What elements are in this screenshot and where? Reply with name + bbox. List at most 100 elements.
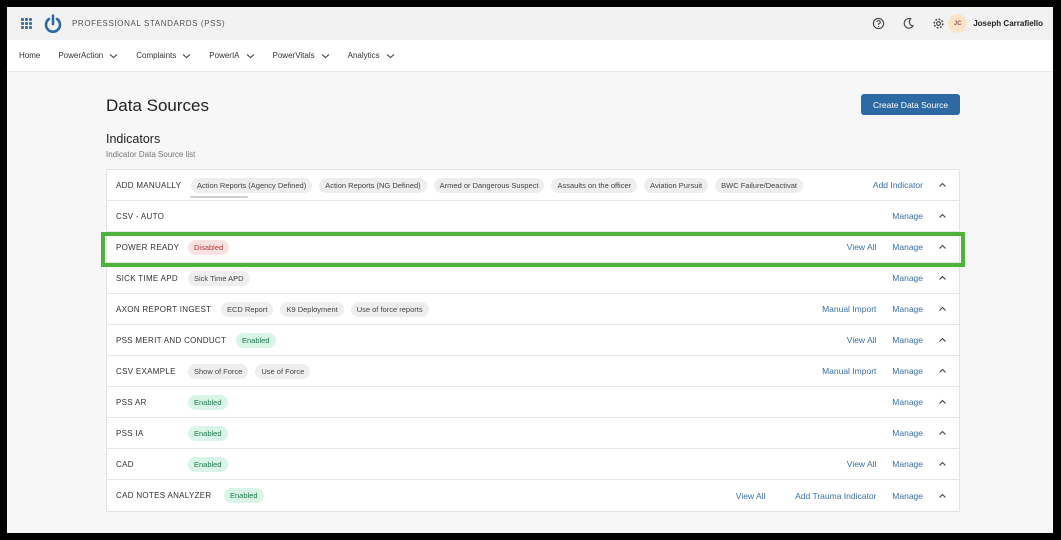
chevron-up-icon[interactable] <box>938 368 947 374</box>
avatar: JC <box>948 14 968 33</box>
status-badge: Enabled <box>224 488 264 503</box>
nav-item-label: PowerVitals <box>272 51 315 60</box>
indicator-chips: Sick Time APD <box>188 270 257 286</box>
highlight-box <box>101 232 965 267</box>
nav-item-label: PowerIA <box>209 51 240 60</box>
chevron-up-icon[interactable] <box>938 306 947 312</box>
chevron-up-icon[interactable] <box>938 399 947 405</box>
nav-item-label: Home <box>19 51 41 60</box>
status-badge: Enabled <box>188 394 228 410</box>
nav-item-poweraction[interactable]: PowerAction <box>58 51 118 60</box>
page-title: Data Sources <box>106 96 209 115</box>
manage-link[interactable]: Manage <box>892 428 923 438</box>
manage-link[interactable]: Manage <box>892 211 923 221</box>
chevron-up-icon[interactable] <box>938 430 947 436</box>
data-source-row: PSS MERIT AND CONDUCT Enabled Manage View A… <box>107 325 959 356</box>
view-all-link[interactable]: View All <box>847 459 877 469</box>
source-name: CAD <box>116 459 134 469</box>
source-name: PSS MERIT AND CONDUCT <box>116 335 227 345</box>
indicator-chips: ECD Report K9 Deployment Use of force repo… <box>221 301 436 317</box>
nav-item-label: PowerAction <box>58 51 104 60</box>
indicator-chip[interactable]: Use of Force <box>255 363 311 379</box>
status-badge: Enabled <box>188 456 228 472</box>
indicator-chip[interactable]: Action Reports (NG Defined) <box>319 177 427 193</box>
manual-import-link[interactable]: Manual Import <box>822 304 876 314</box>
source-name: SICK TIME APD <box>116 273 178 283</box>
indicator-chips: Action Reports (Agency Defined) Action Re… <box>191 177 859 193</box>
chevron-down-icon <box>321 53 329 58</box>
brand-title: PROFESSIONAL STANDARDS (PSS) <box>72 19 226 28</box>
indicator-chip[interactable]: Aviation Pursuit <box>644 177 709 193</box>
nav-item-powervitals[interactable]: PowerVitals <box>273 51 330 60</box>
section-subtitle: Indicator Data Source list <box>106 150 196 159</box>
source-name: CSV EXAMPLE <box>116 366 176 376</box>
apps-grid-icon[interactable] <box>21 18 32 29</box>
view-all-link[interactable]: View All <box>736 491 766 501</box>
chevron-up-icon[interactable] <box>938 213 947 219</box>
indicator-chip[interactable]: ECD Report <box>221 301 274 317</box>
section-title: Indicators <box>106 132 161 146</box>
manual-import-link[interactable]: Manual Import <box>822 366 876 376</box>
chevron-up-icon[interactable] <box>938 275 947 281</box>
indicator-chip[interactable]: Action Reports (Agency Defined) <box>191 177 313 193</box>
nav-item-poweria[interactable]: PowerIA <box>209 51 254 60</box>
data-source-row: CAD NOTES ANALYZER Enabled Manage Add Traum… <box>107 480 959 511</box>
data-source-row: CAD Enabled Manage View All <box>107 449 959 480</box>
chevron-up-icon[interactable] <box>938 493 947 499</box>
nav-item-complaints[interactable]: Complaints <box>136 51 191 60</box>
indicator-chip[interactable]: K9 Deployment <box>280 301 344 317</box>
add-trauma-indicator-link[interactable]: Add Trauma Indicator <box>795 491 876 501</box>
add-indicator-link[interactable]: Add Indicator <box>873 180 923 190</box>
data-source-row: AXON REPORT INGEST ECD Report K9 Deploymen… <box>107 294 959 325</box>
indicator-chip[interactable]: Use of force reports <box>350 301 429 317</box>
nav-item-label: Complaints <box>136 51 177 60</box>
chip-scrollbar[interactable] <box>190 196 248 198</box>
chevron-down-icon <box>246 53 254 58</box>
source-name: CAD NOTES ANALYZER <box>116 491 212 500</box>
manage-link[interactable]: Manage <box>892 491 923 501</box>
indicator-chip[interactable]: Sick Time APD <box>188 270 250 286</box>
indicator-chip[interactable]: Armed or Dangerous Suspect <box>433 177 545 193</box>
user-menu[interactable]: JC Joseph Carrafiello <box>948 14 1043 33</box>
manage-link[interactable]: Manage <box>892 366 923 376</box>
manage-link[interactable]: Manage <box>892 335 923 345</box>
data-source-row: CSV EXAMPLE Show of Force Use of Force Mana… <box>107 356 959 387</box>
data-source-row: CSV - AUTO Manage <box>107 201 959 232</box>
view-all-link[interactable]: View All <box>847 335 877 345</box>
manage-link[interactable]: Manage <box>892 397 923 407</box>
data-source-row: PSS IA Enabled Manage <box>107 418 959 449</box>
moon-icon[interactable] <box>902 17 915 30</box>
gear-icon[interactable] <box>932 17 945 30</box>
source-name: CSV - AUTO <box>116 211 165 221</box>
chevron-up-icon[interactable] <box>938 461 947 467</box>
nav-item-analytics[interactable]: Analytics <box>348 51 395 60</box>
top-bar: PROFESSIONAL STANDARDS (PSS) JC Joseph C… <box>7 7 1053 40</box>
nav-item-home[interactable]: Home <box>19 51 40 60</box>
source-name: PSS AR <box>116 397 147 407</box>
chevron-down-icon <box>109 53 118 58</box>
status-badge: Enabled <box>188 425 228 441</box>
power-logo-icon[interactable] <box>44 14 62 34</box>
data-source-row: SICK TIME APD Sick Time APD Manage <box>107 263 959 294</box>
data-source-row: PSS AR Enabled Manage <box>107 387 959 418</box>
data-source-row: ADD MANUALLY Action Reports (Agency Defin… <box>107 170 959 201</box>
chevron-down-icon <box>182 53 191 58</box>
source-name: PSS IA <box>116 428 144 438</box>
nav-item-label: Analytics <box>347 51 380 60</box>
chevron-up-icon[interactable] <box>938 182 947 188</box>
indicator-chips: Show of Force Use of Force <box>188 363 317 379</box>
manage-link[interactable]: Manage <box>892 273 923 283</box>
main-nav: Home PowerAction Complaints PowerIA PowerVit… <box>7 40 1053 72</box>
app-window: PROFESSIONAL STANDARDS (PSS) JC Joseph C… <box>7 7 1053 533</box>
indicator-chip[interactable]: Show of Force <box>188 363 249 379</box>
chevron-up-icon[interactable] <box>938 337 947 343</box>
indicator-chip[interactable]: BWC Failure/Deactivat <box>715 177 803 193</box>
help-icon[interactable] <box>872 17 885 30</box>
manage-link[interactable]: Manage <box>892 304 923 314</box>
chevron-down-icon <box>386 53 394 58</box>
indicator-chip[interactable]: Assaults on the officer <box>551 177 638 193</box>
manage-link[interactable]: Manage <box>892 459 923 469</box>
create-data-source-button[interactable]: Create Data Source <box>861 94 960 115</box>
user-name: Joseph Carrafiello <box>973 19 1043 28</box>
data-source-list: ADD MANUALLY Action Reports (Agency Defin… <box>106 169 960 512</box>
